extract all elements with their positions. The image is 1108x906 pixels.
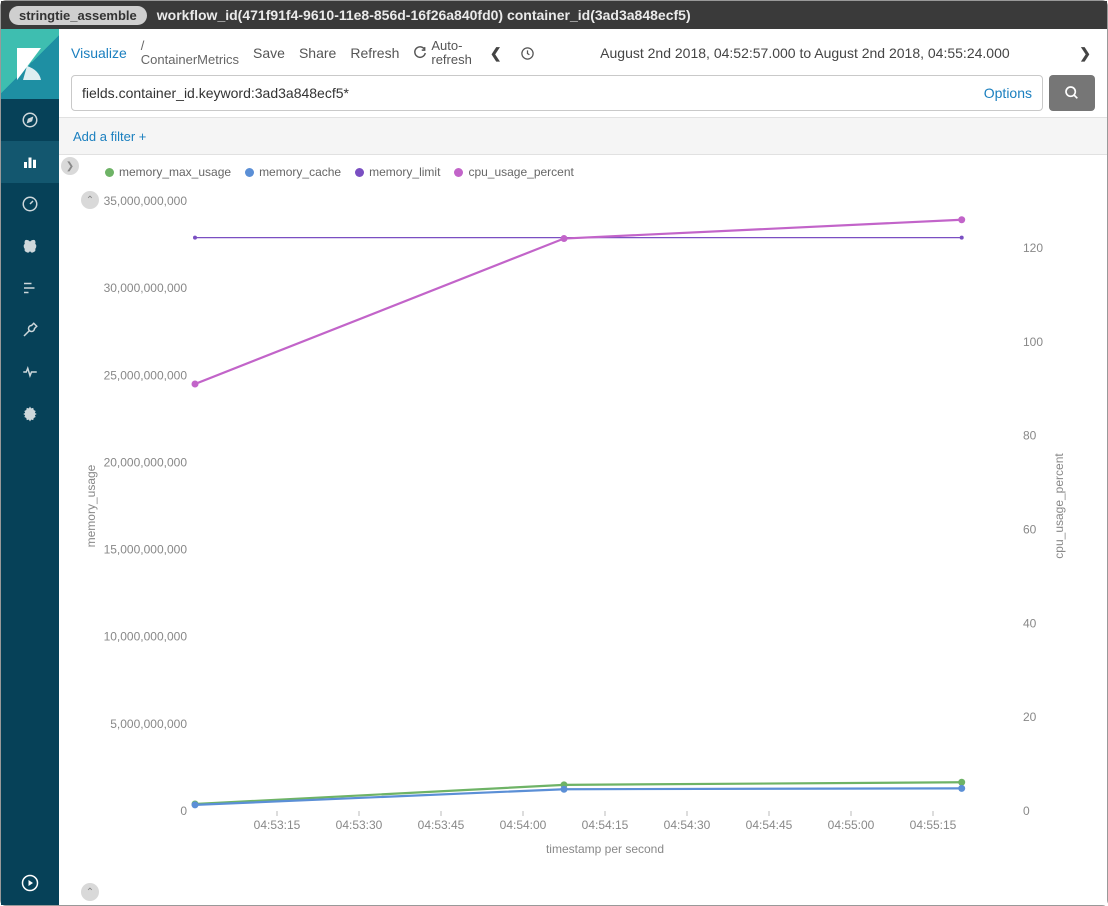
breadcrumb: / ContainerMetrics [141,39,239,68]
expand-legend-button[interactable]: ⌃ [81,191,99,209]
legend-item[interactable]: memory_limit [355,165,440,179]
kibana-logo-icon [15,46,45,82]
metrics-chart: 0 5,000,000,000 10,000,000,000 15,000,000,0… [65,181,1075,861]
nav-devtools[interactable] [1,309,59,351]
titlebar-tag: stringtie_assemble [9,6,147,25]
share-button[interactable]: Share [299,45,336,61]
svg-text:80: 80 [1023,429,1037,443]
kibana-logo[interactable] [1,29,59,99]
nav-timelion[interactable] [1,225,59,267]
svg-text:20: 20 [1023,710,1037,724]
wrench-icon [21,321,39,339]
svg-text:04:54:30: 04:54:30 [664,818,711,832]
sidebar [1,29,59,905]
list-icon [21,279,39,297]
search-icon [1064,85,1080,101]
topbar: Visualize / ContainerMetrics Save Share … [59,29,1107,73]
svg-text:30,000,000,000: 30,000,000,000 [104,281,188,295]
chart-panel: ❯ ⌃ ⌃ memory_max_usagememory_cachememory… [59,155,1107,905]
svg-text:60: 60 [1023,522,1037,536]
svg-text:04:53:30: 04:53:30 [336,818,383,832]
nav-dashboard[interactable] [1,183,59,225]
time-next[interactable]: ❯ [1075,45,1095,62]
svg-text:04:53:45: 04:53:45 [418,818,465,832]
nav-management[interactable] [1,393,59,435]
svg-text:100: 100 [1023,335,1043,349]
legend-item[interactable]: memory_cache [245,165,341,179]
svg-text:5,000,000,000: 5,000,000,000 [110,717,187,731]
gauge-icon [21,195,39,213]
breadcrumb-slash: / [141,39,239,53]
heartbeat-icon [21,363,39,381]
svg-text:25,000,000,000: 25,000,000,000 [104,368,188,382]
svg-text:memory_usage: memory_usage [84,464,98,547]
svg-text:15,000,000,000: 15,000,000,000 [104,543,188,557]
clock-icon [520,46,535,61]
gear-icon [21,405,39,423]
svg-text:120: 120 [1023,241,1043,255]
nav-apm[interactable] [1,267,59,309]
collapse-icon [21,874,39,892]
nav-discover[interactable] [1,99,59,141]
svg-text:0: 0 [180,804,187,818]
legend-item[interactable]: cpu_usage_percent [454,165,573,179]
time-range[interactable]: August 2nd 2018, 04:52:57.000 to August … [549,45,1062,61]
refresh-icon [413,46,427,60]
query-input[interactable] [82,85,974,101]
svg-text:04:54:00: 04:54:00 [500,818,547,832]
nav-collapse[interactable] [21,874,39,895]
query-bar[interactable]: Options [71,75,1043,111]
svg-text:40: 40 [1023,616,1037,630]
titlebar: stringtie_assemble workflow_id(471f91f4-… [1,1,1107,29]
filter-bar: Add a filter + [59,117,1107,155]
chart-legend: memory_max_usage memory_cache memory_limit… [65,161,1097,181]
nav-visualize[interactable] [1,141,59,183]
save-button[interactable]: Save [253,45,285,61]
svg-text:04:55:00: 04:55:00 [828,818,875,832]
bar-chart-icon [21,153,39,171]
add-filter-button[interactable]: Add a filter + [73,129,146,144]
refresh-button[interactable]: Refresh [350,45,399,61]
autorefresh-button[interactable]: Auto-refresh [413,39,471,66]
visualize-link[interactable]: Visualize [71,45,127,61]
query-options[interactable]: Options [974,85,1032,101]
svg-text:04:54:15: 04:54:15 [582,818,629,832]
sidebar-nav [1,99,59,435]
svg-text:04:53:15: 04:53:15 [254,818,301,832]
svg-text:cpu_usage_percent: cpu_usage_percent [1052,453,1066,559]
breadcrumb-name: ContainerMetrics [141,53,239,67]
legend-item[interactable]: memory_max_usage [105,165,231,179]
compass-icon [21,111,39,129]
time-prev[interactable]: ❮ [486,45,506,62]
query-submit[interactable] [1049,75,1095,111]
collapse-sidebar-button[interactable]: ❯ [61,157,79,175]
svg-text:timestamp per second: timestamp per second [546,842,664,856]
svg-text:20,000,000,000: 20,000,000,000 [104,455,188,469]
svg-text:04:54:45: 04:54:45 [746,818,793,832]
timelion-icon [21,237,39,255]
titlebar-text: workflow_id(471f91f4-9610-11e8-856d-16f2… [157,7,691,23]
svg-text:35,000,000,000: 35,000,000,000 [104,194,188,208]
nav-monitoring[interactable] [1,351,59,393]
svg-text:04:55:15: 04:55:15 [910,818,957,832]
svg-text:10,000,000,000: 10,000,000,000 [104,630,188,644]
svg-text:0: 0 [1023,804,1030,818]
collapse-spy-button[interactable]: ⌃ [81,883,99,901]
